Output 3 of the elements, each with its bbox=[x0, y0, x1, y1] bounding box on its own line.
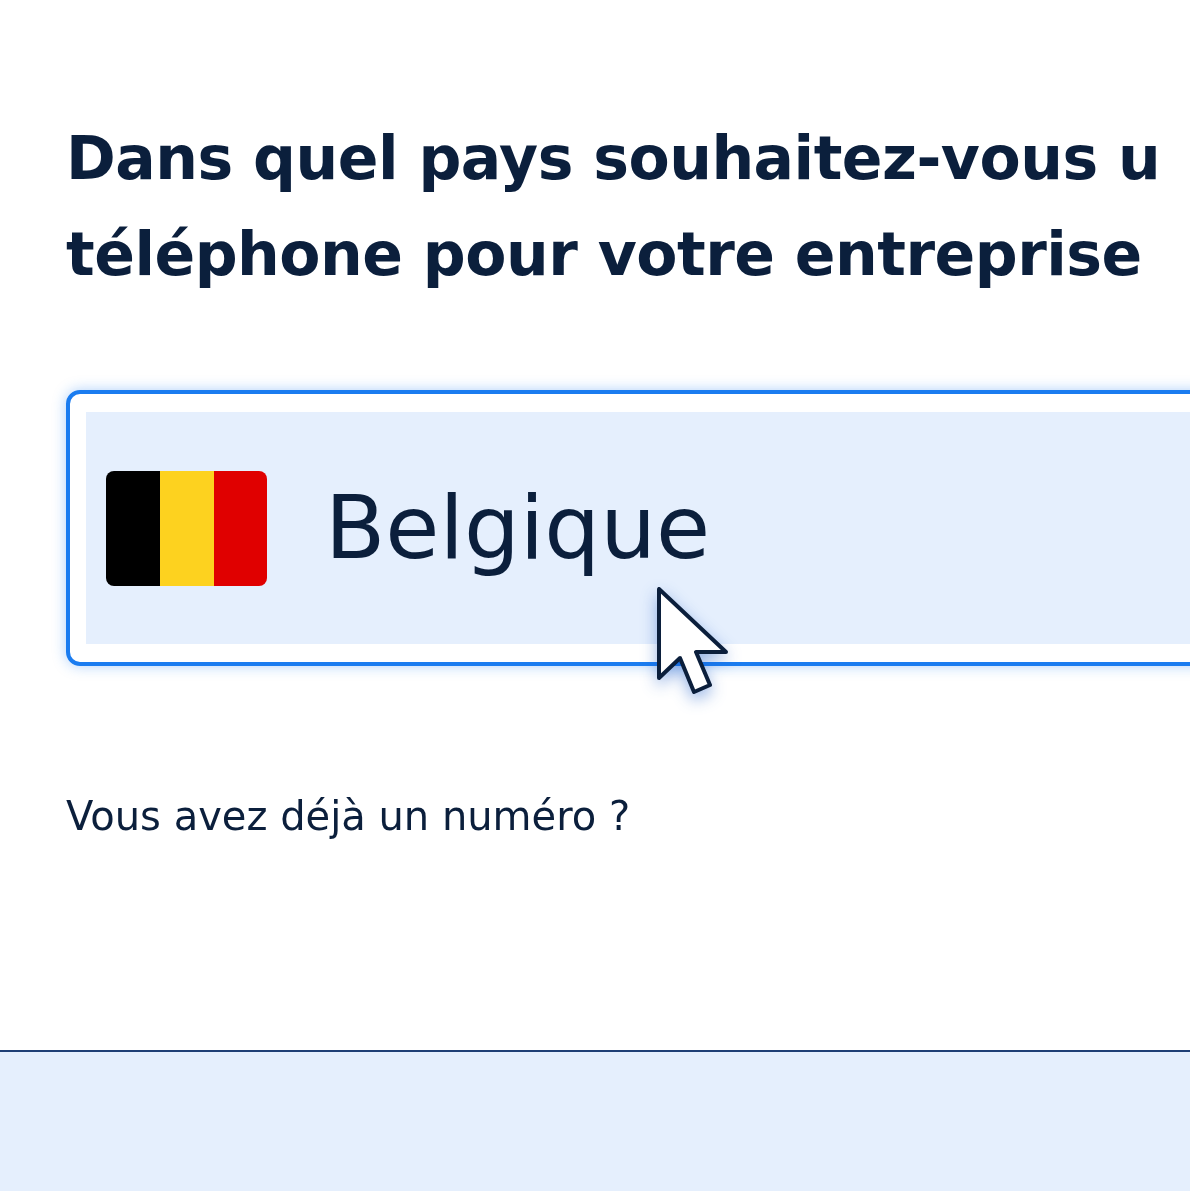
existing-number-link[interactable]: Vous avez déjà un numéro ? bbox=[66, 786, 631, 846]
flag-icon bbox=[106, 470, 267, 586]
question-heading: Dans quel pays souhaitez-vous u téléphone pour votre entreprise bbox=[66, 122, 1162, 291]
